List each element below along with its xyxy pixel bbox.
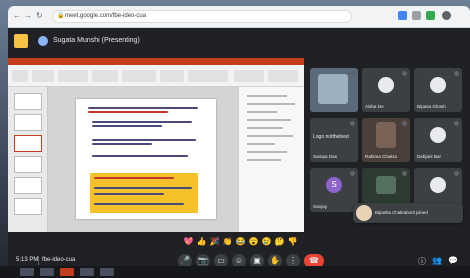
participant-name: Sampa Das <box>313 154 338 159</box>
taskbar-app-icon[interactable] <box>40 268 54 276</box>
microphone-icon <box>402 121 407 126</box>
participant-tile[interactable]: S Sanjay <box>310 168 358 212</box>
current-slide <box>76 99 216 219</box>
people-icon[interactable]: 👥 <box>432 256 442 265</box>
highlighted-box <box>90 173 198 213</box>
chat-icon[interactable]: 💬 <box>448 256 458 265</box>
microphone-icon <box>350 171 355 176</box>
reaction-heart-icon[interactable]: 💖 <box>183 236 194 247</box>
notification-text: Bipasha Chakraborti joined <box>375 210 428 215</box>
reaction-thumbs-down-icon[interactable]: 👎 <box>287 236 298 247</box>
slide-thumbnails <box>8 87 48 232</box>
participant-tile[interactable]: Logo notthebest Sampa Das <box>310 118 358 162</box>
powerpoint-titlebar <box>8 58 304 65</box>
microphone-icon <box>350 121 355 126</box>
reaction-sad-icon[interactable]: 😢 <box>261 236 272 247</box>
reload-icon[interactable]: ↻ <box>36 12 43 20</box>
presenting-bar: Sugata Munshi (Presenting) <box>8 28 470 54</box>
meeting-code: fbe-ideo-cua <box>42 257 76 263</box>
participant-tile[interactable]: Rahima Chakra <box>362 118 410 162</box>
participant-name: Rahima Chakra <box>365 154 397 159</box>
participant-name: Aisha De <box>365 104 384 109</box>
microphone-icon <box>454 121 459 126</box>
lock-icon: 🔒 <box>57 13 65 19</box>
slide-editor <box>48 87 238 232</box>
reaction-party-icon[interactable]: 🎉 <box>209 236 220 247</box>
avatar <box>430 77 446 93</box>
browser-toolbar: ← → ↻ 🔒 meet.google.com/fbe-ideo-cua <box>8 6 470 28</box>
profile-avatar[interactable] <box>442 11 451 20</box>
participant-name: Sanjay <box>313 204 328 209</box>
extension-icon[interactable] <box>412 11 421 20</box>
avatar <box>378 77 394 93</box>
slide-thumbnail[interactable] <box>14 198 42 215</box>
reaction-clap-icon[interactable]: 👏 <box>222 236 233 247</box>
shared-screen <box>8 58 304 232</box>
participant-tile[interactable] <box>310 68 358 112</box>
back-icon[interactable]: ← <box>13 12 21 20</box>
participant-name: Debjani Bar <box>417 154 442 159</box>
participant-tile[interactable]: Aisha De <box>362 68 410 112</box>
microphone-icon <box>402 171 407 176</box>
slide-thumbnail[interactable] <box>14 135 42 152</box>
participant-name: Logo notthebest <box>313 134 349 140</box>
reaction-laugh-icon[interactable]: 😂 <box>235 236 246 247</box>
os-taskbar <box>0 266 470 278</box>
laptop-screen: ← → ↻ 🔒 meet.google.com/fbe-ideo-cua Sug… <box>8 6 470 272</box>
participant-name: Bipasa Ghosh <box>417 104 446 109</box>
divider <box>38 256 39 265</box>
taskbar-app-icon[interactable] <box>100 268 114 276</box>
meeting-time: 5:13 PM <box>16 257 39 263</box>
joined-user-avatar <box>356 205 372 221</box>
taskbar-app-icon[interactable] <box>60 268 74 276</box>
slide-thumbnail[interactable] <box>14 114 42 131</box>
extension-icon[interactable] <box>426 11 435 20</box>
video-feed <box>376 176 396 194</box>
extension-icon[interactable] <box>398 11 407 20</box>
presenter-avatar <box>38 36 48 46</box>
microphone-icon <box>454 171 459 176</box>
presentation-icon <box>14 34 28 48</box>
address-bar[interactable]: 🔒 meet.google.com/fbe-ideo-cua <box>52 10 352 23</box>
url-text: meet.google.com/fbe-ideo-cua <box>65 13 147 19</box>
taskbar-app-icon[interactable] <box>80 268 94 276</box>
avatar <box>430 177 446 193</box>
avatar: S <box>326 177 342 193</box>
slide-thumbnail[interactable] <box>14 177 42 194</box>
format-pane <box>238 87 304 232</box>
slide-thumbnail[interactable] <box>14 156 42 173</box>
reaction-thumbs-up-icon[interactable]: 👍 <box>196 236 207 247</box>
presenter-label: Sugata Munshi (Presenting) <box>53 37 140 44</box>
microphone-icon <box>350 71 355 76</box>
forward-icon[interactable]: → <box>24 12 32 20</box>
taskbar-app-icon[interactable] <box>20 268 34 276</box>
reaction-thinking-icon[interactable]: 🤔 <box>274 236 285 247</box>
video-feed <box>376 122 396 148</box>
microphone-icon <box>402 71 407 76</box>
reaction-surprised-icon[interactable]: 😮 <box>248 236 259 247</box>
participant-tile[interactable]: Bipasa Ghosh <box>414 68 462 112</box>
join-notification: Bipasha Chakraborti joined <box>353 203 463 223</box>
slide-thumbnail[interactable] <box>14 93 42 110</box>
avatar <box>430 127 446 143</box>
video-feed <box>318 74 348 104</box>
powerpoint-ribbon <box>8 65 304 87</box>
microphone-icon <box>454 71 459 76</box>
participant-tile[interactable]: Debjani Bar <box>414 118 462 162</box>
